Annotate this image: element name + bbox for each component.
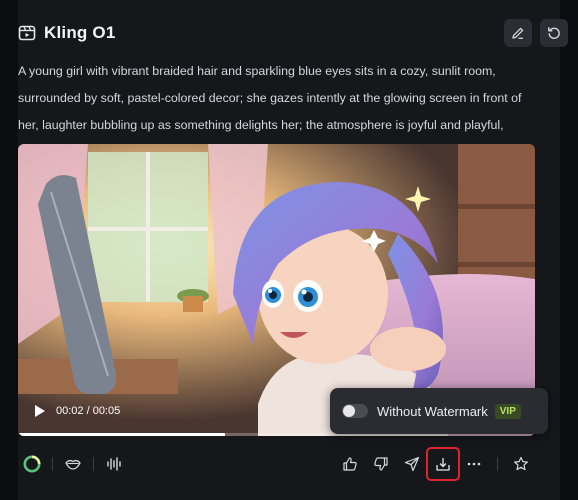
- vip-badge: VIP: [494, 403, 521, 419]
- thumbs-up-icon: [343, 457, 357, 471]
- more-icon: [467, 462, 481, 466]
- share-button[interactable]: [398, 450, 426, 478]
- lip-sync-button[interactable]: [59, 450, 87, 478]
- regenerate-button[interactable]: [540, 19, 568, 47]
- playback-time: 00:02 / 00:05: [56, 405, 121, 417]
- progress-fill: [18, 433, 225, 436]
- download-button[interactable]: [426, 447, 460, 481]
- audio-button[interactable]: [100, 450, 128, 478]
- action-toolbar: [18, 447, 535, 481]
- thumbs-down-icon: [374, 457, 388, 471]
- send-icon: [404, 456, 420, 472]
- star-icon: [514, 456, 528, 471]
- refresh-icon: [548, 27, 560, 39]
- playback-controls: 00:02 / 00:05: [32, 403, 120, 419]
- audio-wave-icon: [107, 457, 121, 471]
- more-button[interactable]: [460, 450, 488, 478]
- watermark-label: Without Watermark: [377, 403, 488, 419]
- page-title: Kling O1: [44, 23, 116, 42]
- lips-icon: [65, 459, 81, 470]
- model-logo-button[interactable]: [18, 450, 46, 478]
- favorite-button[interactable]: [507, 450, 535, 478]
- play-icon: [35, 405, 45, 417]
- toolbar-divider: [93, 457, 94, 471]
- dislike-button[interactable]: [367, 450, 395, 478]
- pencil-icon: [512, 27, 524, 39]
- card-header: Kling O1: [18, 18, 568, 48]
- toolbar-divider: [52, 457, 53, 471]
- toolbar-divider: [497, 457, 498, 471]
- download-icon: [436, 458, 450, 471]
- prompt-text: A young girl with vibrant braided hair a…: [18, 64, 522, 132]
- edit-button[interactable]: [504, 19, 532, 47]
- watermark-toggle[interactable]: [342, 404, 368, 418]
- play-button[interactable]: [32, 403, 48, 419]
- watermark-popup: Without Watermark VIP: [330, 388, 548, 434]
- video-clip-icon: [18, 24, 36, 42]
- model-logo-icon: [23, 455, 41, 473]
- like-button[interactable]: [336, 450, 364, 478]
